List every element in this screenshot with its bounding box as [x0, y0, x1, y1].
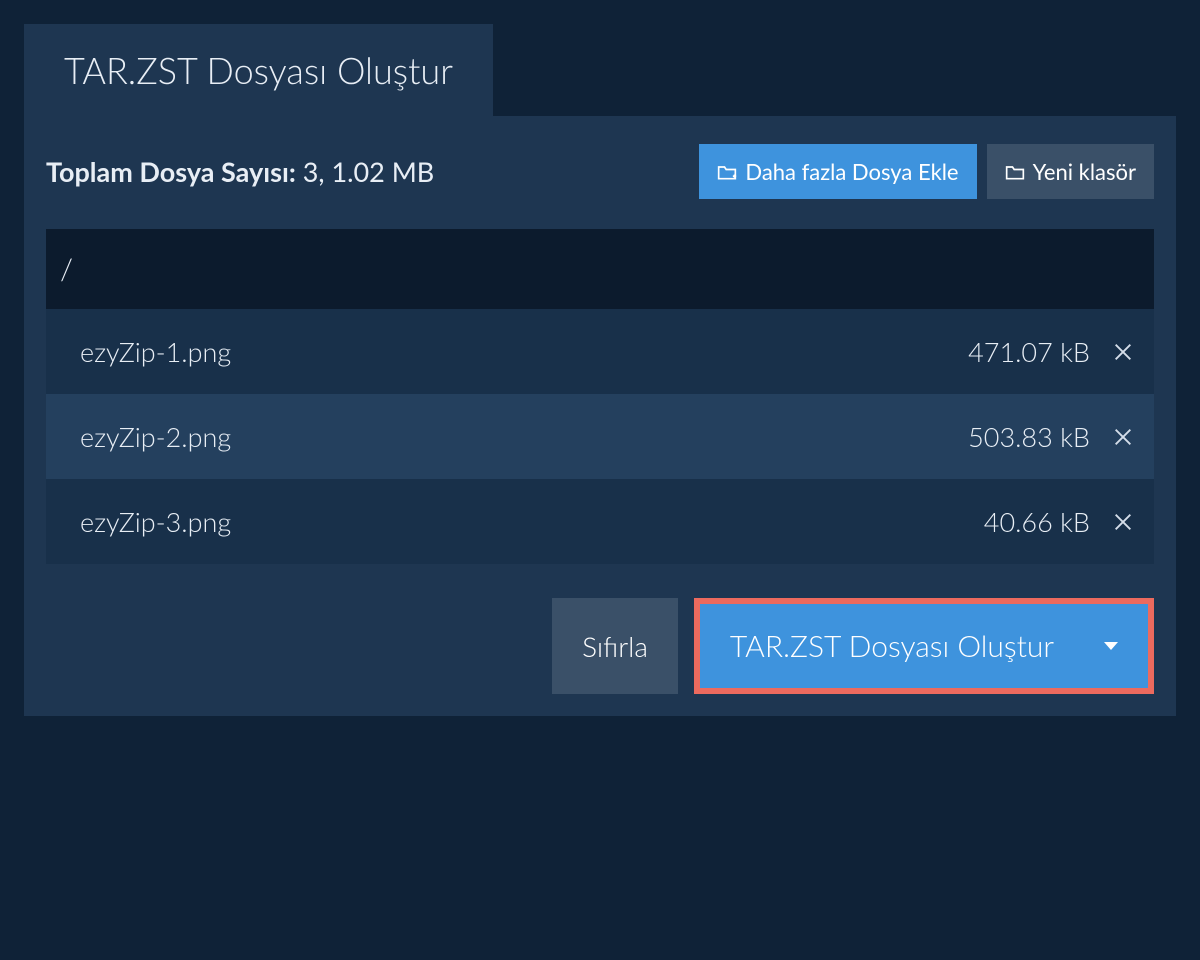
add-files-label: Daha fazla Dosya Ekle	[745, 158, 958, 185]
create-archive-button[interactable]: TAR.ZST Dosyası Oluştur	[700, 604, 1148, 688]
file-name: ezyZip-3.png	[80, 505, 231, 538]
file-size: 503.83 kB	[968, 420, 1090, 453]
file-row: ezyZip-1.png 471.07 kB	[46, 309, 1154, 394]
remove-file-button[interactable]	[1110, 339, 1136, 365]
app-container: TAR.ZST Dosyası Oluştur Toplam Dosya Say…	[0, 0, 1200, 740]
file-row-right: 40.66 kB	[984, 505, 1136, 538]
file-count-summary: Toplam Dosya Sayısı: 3, 1.02 MB	[46, 155, 434, 188]
create-label: TAR.ZST Dosyası Oluştur	[730, 628, 1054, 664]
action-row: Sıfırla TAR.ZST Dosyası Oluştur	[46, 598, 1154, 694]
main-panel: Toplam Dosya Sayısı: 3, 1.02 MB Daha faz…	[24, 116, 1176, 716]
file-name: ezyZip-1.png	[80, 335, 231, 368]
remove-file-button[interactable]	[1110, 424, 1136, 450]
reset-button[interactable]: Sıfırla	[552, 598, 678, 694]
file-row-right: 471.07 kB	[968, 335, 1136, 368]
add-files-button[interactable]: Daha fazla Dosya Ekle	[699, 144, 976, 199]
file-row: ezyZip-3.png 40.66 kB	[46, 479, 1154, 564]
file-row-right: 503.83 kB	[968, 420, 1136, 453]
file-size: 40.66 kB	[984, 505, 1090, 538]
file-name: ezyZip-2.png	[80, 420, 231, 453]
new-folder-label: Yeni klasör	[1033, 158, 1136, 185]
remove-file-button[interactable]	[1110, 509, 1136, 535]
file-list: / ezyZip-1.png 471.07 kB ezyZip-2.png 50…	[46, 229, 1154, 564]
tab-title: TAR.ZST Dosyası Oluştur	[64, 48, 453, 92]
toolbar-buttons: Daha fazla Dosya Ekle Yeni klasör	[699, 144, 1154, 199]
tab-create-tarzst[interactable]: TAR.ZST Dosyası Oluştur	[24, 24, 493, 116]
new-folder-button[interactable]: Yeni klasör	[987, 144, 1154, 199]
breadcrumb-path: /	[60, 251, 73, 287]
reset-label: Sıfırla	[582, 629, 648, 663]
folder-plus-icon	[717, 163, 737, 181]
primary-action-highlight: TAR.ZST Dosyası Oluştur	[694, 598, 1154, 694]
file-size: 471.07 kB	[968, 335, 1090, 368]
file-row: ezyZip-2.png 503.83 kB	[46, 394, 1154, 479]
breadcrumb[interactable]: /	[46, 229, 1154, 309]
folder-icon	[1005, 163, 1025, 181]
summary-value: 3, 1.02 MB	[303, 155, 435, 188]
chevron-down-icon	[1104, 642, 1118, 650]
summary-row: Toplam Dosya Sayısı: 3, 1.02 MB Daha faz…	[46, 144, 1154, 199]
summary-label: Toplam Dosya Sayısı:	[46, 155, 296, 188]
